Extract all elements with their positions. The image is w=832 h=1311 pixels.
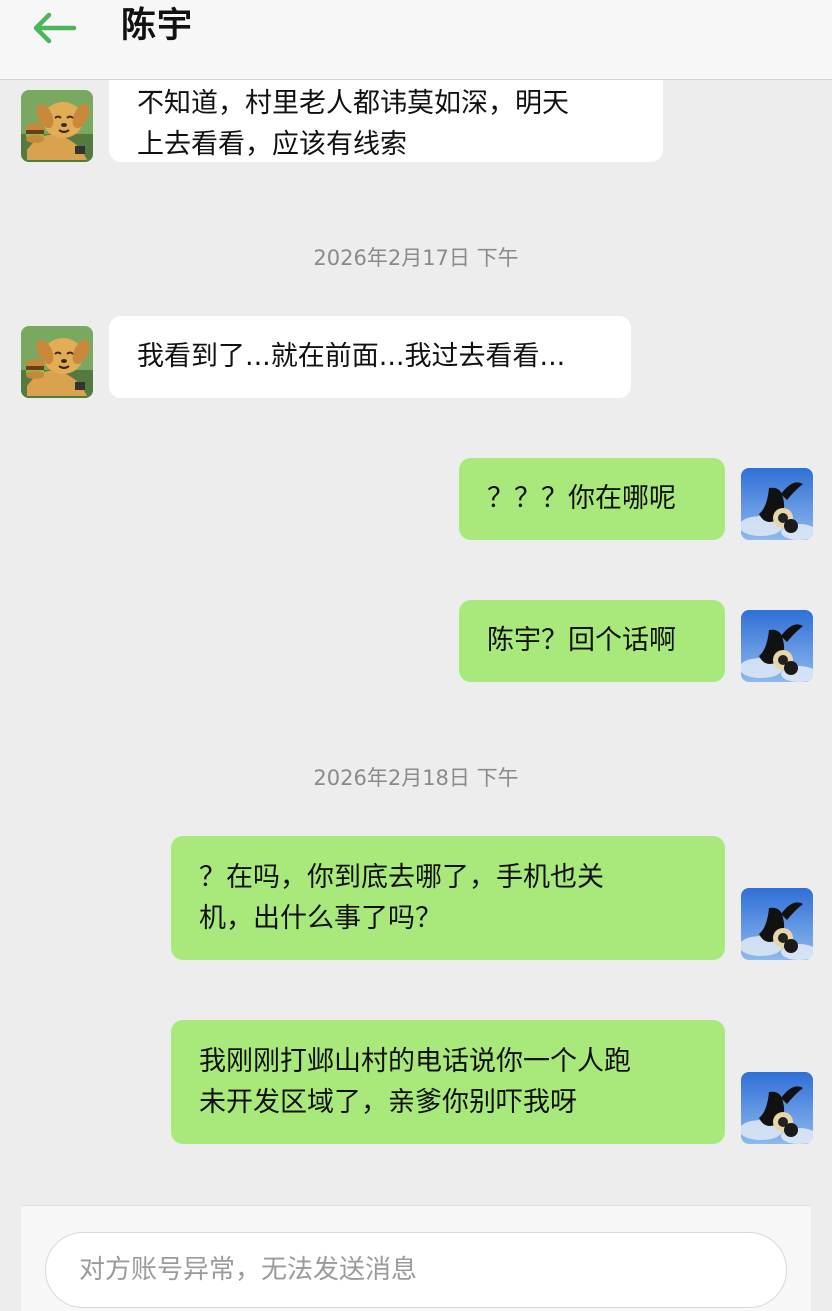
timestamp-divider: 2026年2月18日 下午 xyxy=(313,766,519,790)
message-bubble[interactable]: 我刚刚打邺山村的电话说你一个人跑 未开发区域了，亲爹你别吓我呀 xyxy=(171,1020,725,1144)
message-bubble[interactable]: ？在吗，你到底去哪了，手机也关 机，出什么事了吗？ xyxy=(171,836,725,960)
message-list[interactable]: 不知道，村里老人都讳莫如深，明天 上去看看，应该有线索 2026年2月17日 下… xyxy=(0,80,832,1204)
contact-avatar[interactable] xyxy=(21,90,93,162)
message-bubble[interactable]: 不知道，村里老人都讳莫如深，明天 上去看看，应该有线索 xyxy=(109,80,663,162)
message-bubble[interactable]: 陈宇？回个话啊 xyxy=(459,600,725,682)
timestamp-divider: 2026年2月17日 下午 xyxy=(313,246,519,270)
sky-avatar-icon xyxy=(741,468,813,540)
contact-name-title: 陈宇 xyxy=(121,6,194,46)
sky-avatar-icon xyxy=(741,1072,813,1144)
input-bar: 对方账号异常，无法发送消息 xyxy=(21,1205,811,1311)
arrow-left-icon xyxy=(33,12,77,44)
sky-avatar-icon xyxy=(741,888,813,960)
dog-avatar-icon xyxy=(21,90,93,162)
chat-header: 陈宇 xyxy=(0,0,832,80)
sky-avatar-icon xyxy=(741,610,813,682)
back-button[interactable] xyxy=(30,10,78,46)
message-bubble[interactable]: 我看到了...就在前面...我过去看看... xyxy=(109,316,631,398)
self-avatar[interactable] xyxy=(741,468,813,540)
dog-avatar-icon xyxy=(21,326,93,398)
contact-avatar[interactable] xyxy=(21,326,93,398)
message-input[interactable]: 对方账号异常，无法发送消息 xyxy=(45,1232,787,1308)
self-avatar[interactable] xyxy=(741,888,813,960)
self-avatar[interactable] xyxy=(741,1072,813,1144)
message-bubble[interactable]: ？？？你在哪呢 xyxy=(459,458,725,540)
self-avatar[interactable] xyxy=(741,610,813,682)
